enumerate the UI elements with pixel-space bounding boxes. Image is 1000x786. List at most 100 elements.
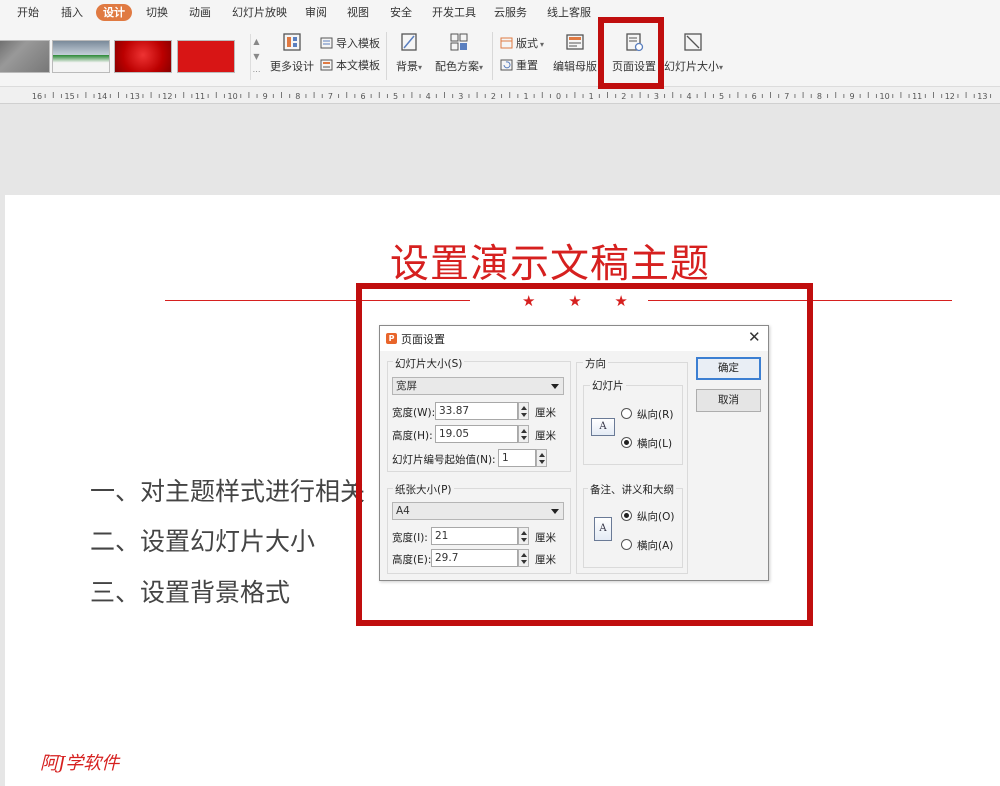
slide-size-button[interactable]: 幻灯片大小▾	[664, 32, 724, 82]
more-design-label: 更多设计	[270, 60, 314, 73]
edit-master-icon	[566, 34, 584, 50]
bullet-item-1[interactable]: 一、对主题样式进行相关	[90, 472, 365, 508]
bullet-item-2[interactable]: 二、设置幻灯片大小	[90, 522, 315, 558]
ruler-label: 16	[32, 92, 42, 101]
more-design-button[interactable]: 更多设计	[270, 32, 314, 82]
tab-security[interactable]: 安全	[390, 4, 412, 21]
thumbnail-scroll[interactable]: ▲ ▼ ⋯	[250, 34, 262, 80]
text-template-icon	[320, 59, 333, 71]
ok-button[interactable]: 确定	[696, 357, 761, 380]
paper-width-spinner[interactable]	[518, 527, 529, 545]
design-thumbnail-3[interactable]	[114, 40, 172, 73]
landscape-a-radio[interactable]	[621, 539, 632, 550]
tab-design[interactable]: 设计	[96, 4, 132, 21]
height-input[interactable]: 19.05	[435, 425, 518, 443]
background-button[interactable]: 背景▾	[394, 32, 424, 82]
ruler-label: 8	[295, 92, 300, 101]
color-scheme-icon	[450, 33, 468, 51]
slide-size-dropdown-icon: ▾	[719, 63, 724, 72]
ruler-label: 9	[263, 92, 268, 101]
tab-review[interactable]: 审阅	[305, 4, 327, 21]
tab-online-support[interactable]: 线上客服	[547, 4, 591, 21]
layout-button[interactable]: 版式 ▾	[500, 36, 544, 52]
ruler-label: 11	[912, 92, 922, 101]
app-icon: P	[386, 333, 397, 344]
reset-label: 重置	[516, 59, 538, 72]
tab-insert[interactable]: 插入	[61, 4, 83, 21]
import-template-button[interactable]: 导入模板	[320, 36, 380, 52]
ruler-label: 2	[621, 92, 626, 101]
portrait-o-label[interactable]: 纵向(O)	[637, 509, 674, 524]
orientation-group-label: 方向	[583, 356, 608, 371]
height-label: 高度(H):	[392, 430, 433, 442]
landscape-page-icon: A	[591, 418, 615, 436]
landscape-l-radio[interactable]	[621, 437, 632, 448]
start-number-input[interactable]: 1	[498, 449, 536, 467]
portrait-o-radio[interactable]	[621, 510, 632, 521]
height-spinner[interactable]	[518, 425, 529, 443]
ribbon: ▲ ▼ ⋯ 更多设计 导入模板 本文模板 背景▾ 配色方案▾ 版式 ▾ 重置 编辑母版	[0, 24, 1000, 87]
ruler-label: 6	[752, 92, 757, 101]
ruler-label: 5	[393, 92, 398, 101]
slide-title[interactable]: 设置演示文稿主题	[390, 233, 710, 289]
tab-transitions[interactable]: 切换	[146, 4, 168, 21]
reset-icon	[500, 59, 513, 71]
bullet-item-3[interactable]: 三、设置背景格式	[90, 573, 290, 609]
layout-label: 版式	[516, 37, 538, 50]
ruler-label: 4	[686, 92, 691, 101]
import-template-label: 导入模板	[336, 37, 380, 50]
horizontal-ruler: 16 15 14 13 12 11 10 9 8 7 6 5 4 3 2 1 0 1 2 3 4 5 6 7 8 9 10 11 12 1…	[0, 87, 1000, 104]
paper-height-unit: 厘米	[535, 554, 556, 566]
landscape-l-label[interactable]: 横向(L)	[637, 436, 672, 451]
spinner-down-icon	[539, 460, 545, 464]
spinner-up-icon	[521, 531, 527, 535]
slide-size-select[interactable]: 宽屏	[392, 377, 564, 395]
close-icon[interactable]: ✕	[748, 329, 761, 346]
tab-view[interactable]: 视图	[347, 4, 369, 21]
ruler-label: 12	[162, 92, 172, 101]
landscape-a-label[interactable]: 横向(A)	[637, 538, 673, 553]
dialog-titlebar[interactable]: P 页面设置 ✕	[380, 326, 768, 351]
design-thumbnail-4[interactable]	[177, 40, 235, 73]
tab-start[interactable]: 开始	[17, 4, 39, 21]
color-scheme-button[interactable]: 配色方案▾	[433, 32, 485, 82]
ruler-label: 13	[130, 92, 140, 101]
ruler-label: 15	[65, 92, 75, 101]
tab-developer[interactable]: 开发工具	[432, 4, 476, 21]
paper-width-input[interactable]: 21	[431, 527, 518, 545]
portrait-r-radio[interactable]	[621, 408, 632, 419]
cancel-button[interactable]: 取消	[696, 389, 761, 412]
text-template-button[interactable]: 本文模板	[320, 58, 380, 74]
ruler-label: 11	[195, 92, 205, 101]
width-input[interactable]: 33.87	[435, 402, 518, 420]
paper-height-spinner[interactable]	[518, 549, 529, 567]
paper-height-input[interactable]: 29.7	[431, 549, 518, 567]
ruler-label: 7	[784, 92, 789, 101]
tab-animation[interactable]: 动画	[189, 4, 211, 21]
tab-cloud[interactable]: 云服务	[494, 4, 527, 21]
edit-master-button[interactable]: 编辑母版	[553, 32, 597, 82]
page-setup-dialog: P 页面设置 ✕ 幻灯片大小(S) 宽屏 宽度(W): 33.87 厘米 高度(…	[379, 325, 769, 581]
tab-slideshow[interactable]: 幻灯片放映	[232, 4, 287, 21]
notes-orientation-label: 备注、讲义和大纲	[588, 482, 676, 497]
design-thumbnail-1[interactable]	[0, 40, 50, 73]
ribbon-separator	[386, 32, 387, 80]
slide-size-label: 幻灯片大小	[664, 60, 719, 73]
height-unit: 厘米	[535, 430, 556, 442]
width-spinner[interactable]	[518, 402, 529, 420]
color-scheme-dropdown-icon: ▾	[478, 63, 483, 72]
start-number-label: 幻灯片编号起始值(N):	[392, 454, 496, 466]
reset-button[interactable]: 重置	[500, 58, 538, 74]
design-thumbnail-2[interactable]	[52, 40, 110, 73]
slide-size-group-label: 幻灯片大小(S)	[393, 356, 465, 371]
text-template-label: 本文模板	[336, 59, 380, 72]
slide-size-icon	[684, 33, 702, 51]
spinner-up-icon	[521, 429, 527, 433]
ruler-label: 5	[719, 92, 724, 101]
more-design-icon	[283, 33, 301, 51]
paper-size-select[interactable]: A4	[392, 502, 564, 520]
portrait-page-icon: A	[594, 517, 612, 541]
start-number-spinner[interactable]	[536, 449, 547, 467]
ruler-label: 1	[523, 92, 528, 101]
portrait-r-label[interactable]: 纵向(R)	[637, 407, 674, 422]
